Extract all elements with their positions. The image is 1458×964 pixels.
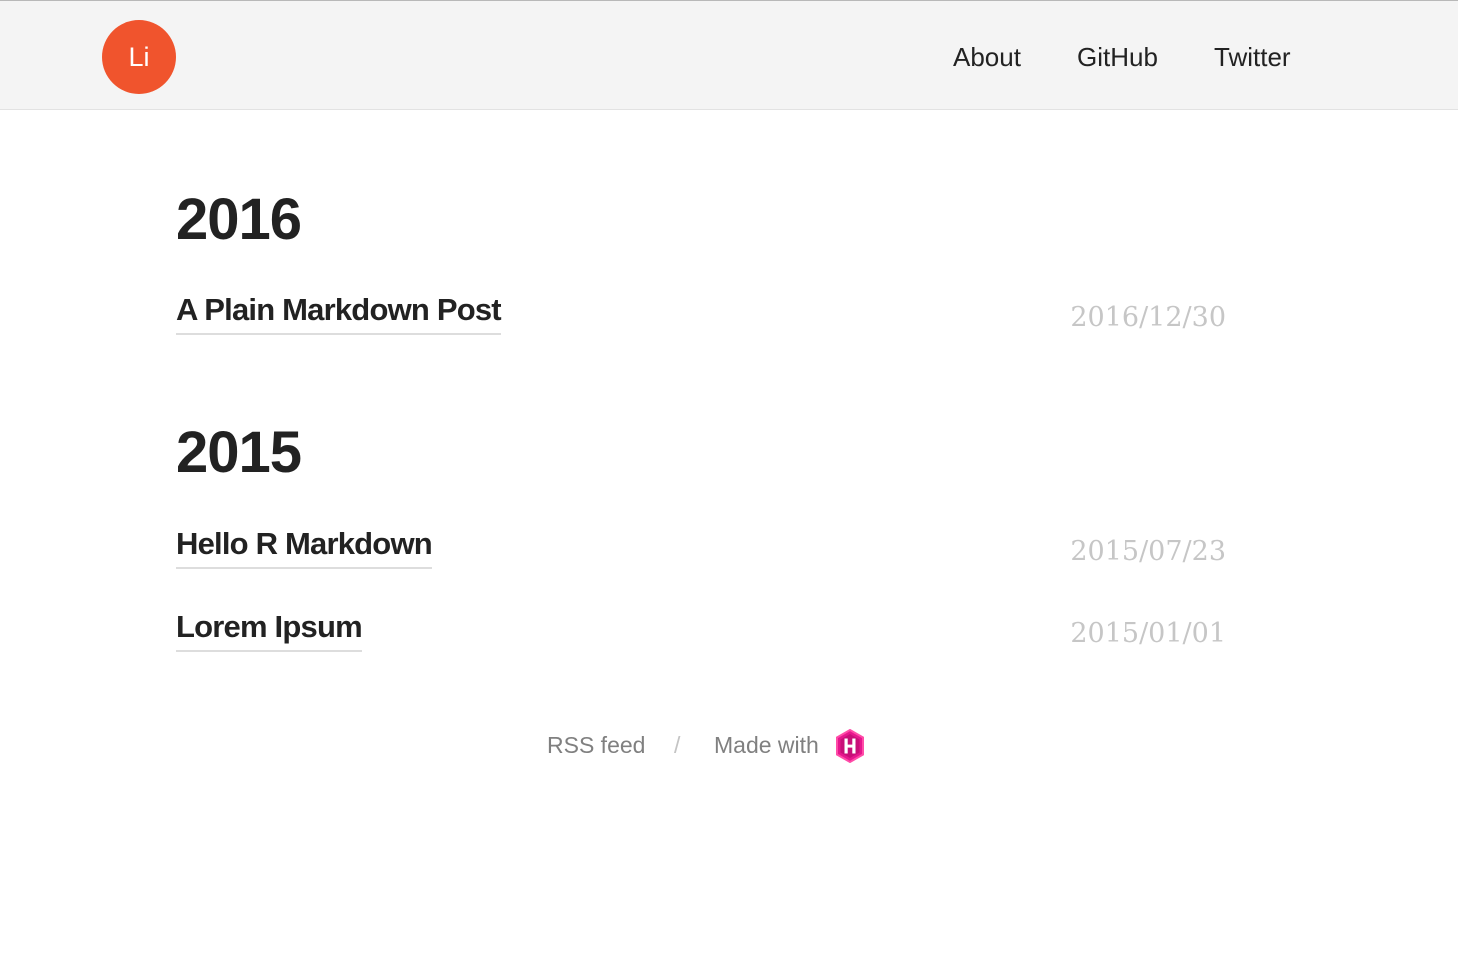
hugo-logo-icon[interactable] — [835, 728, 865, 764]
post-link[interactable]: Hello R Markdown — [176, 525, 433, 569]
nav-link-twitter[interactable]: Twitter — [1214, 39, 1291, 75]
made-with-label: Made with — [714, 732, 819, 758]
year-heading: 2015 — [176, 420, 302, 485]
rss-feed-link[interactable]: RSS feed — [547, 729, 645, 761]
post-link[interactable]: A Plain Markdown Post — [176, 291, 502, 335]
nav-link-about[interactable]: About — [953, 39, 1021, 75]
site-logo[interactable]: Li — [102, 20, 176, 94]
site-header: Li About GitHub Twitter — [0, 0, 1458, 110]
post-link[interactable]: Lorem Ipsum — [176, 608, 363, 652]
year-heading: 2016 — [176, 187, 302, 252]
post-date: 2015/07/23 — [1070, 536, 1226, 567]
post-date: 2015/01/01 — [1070, 618, 1226, 649]
nav-link-github[interactable]: GitHub — [1077, 39, 1158, 75]
post-date: 2016/12/30 — [1070, 302, 1226, 333]
footer-separator: / — [674, 732, 681, 758]
